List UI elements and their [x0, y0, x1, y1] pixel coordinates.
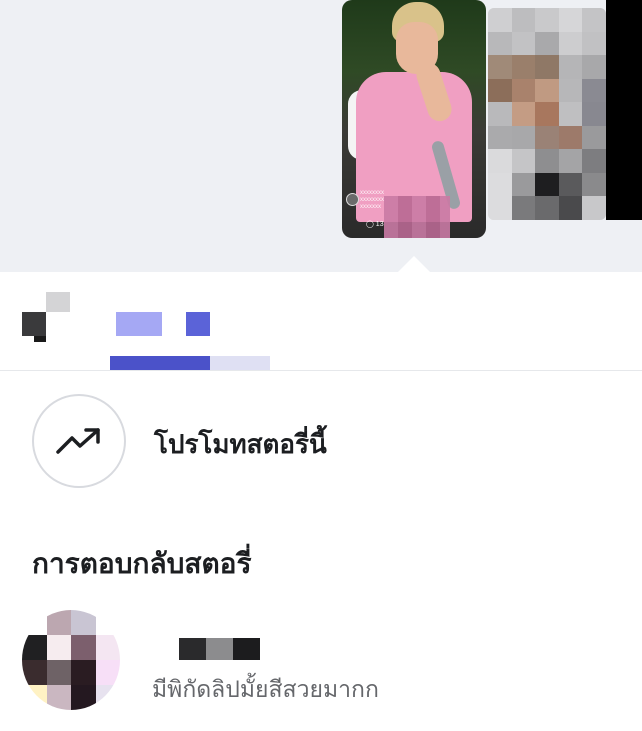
story-replies-title: การตอบกลับสตอรี่	[32, 548, 252, 579]
story-carousel: xxxxxxxx xxxxxxxx xxxxxxx ◯ 13	[0, 0, 642, 272]
reply-author-name-blur	[152, 638, 260, 660]
story-overlay-caption: xxxxxxxx xxxxxxxx xxxxxxx	[360, 190, 384, 210]
promote-icon-button[interactable]	[32, 394, 126, 488]
viewer-avatar-blur	[22, 312, 46, 336]
story-viewers-row[interactable]	[0, 272, 642, 371]
viewer-name-blur	[116, 312, 162, 336]
trending-up-icon	[56, 428, 100, 454]
avatar[interactable]	[22, 610, 120, 710]
next-story-thumbnail[interactable]	[488, 8, 606, 220]
reply-message: มีพิกัดลิปมั้ยสีสวยมากก	[152, 676, 379, 702]
story-edge	[606, 0, 642, 220]
current-story-thumbnail[interactable]: xxxxxxxx xxxxxxxx xxxxxxx ◯ 13	[342, 0, 486, 238]
story-reply-item[interactable]: มีพิกัดลิปมั้ยสีสวยมากก	[0, 600, 642, 720]
promote-story-label[interactable]: โปรโมทสตอรี่นี้	[154, 424, 327, 465]
comment-icon: ◯	[366, 221, 374, 228]
story-overlay-avatar	[346, 193, 359, 206]
pixelated-area	[384, 196, 450, 238]
selected-story-pointer	[398, 256, 430, 272]
promote-story-row[interactable]: โปรโมทสตอรี่นี้	[0, 372, 642, 512]
comment-count: ◯ 13	[366, 221, 384, 228]
